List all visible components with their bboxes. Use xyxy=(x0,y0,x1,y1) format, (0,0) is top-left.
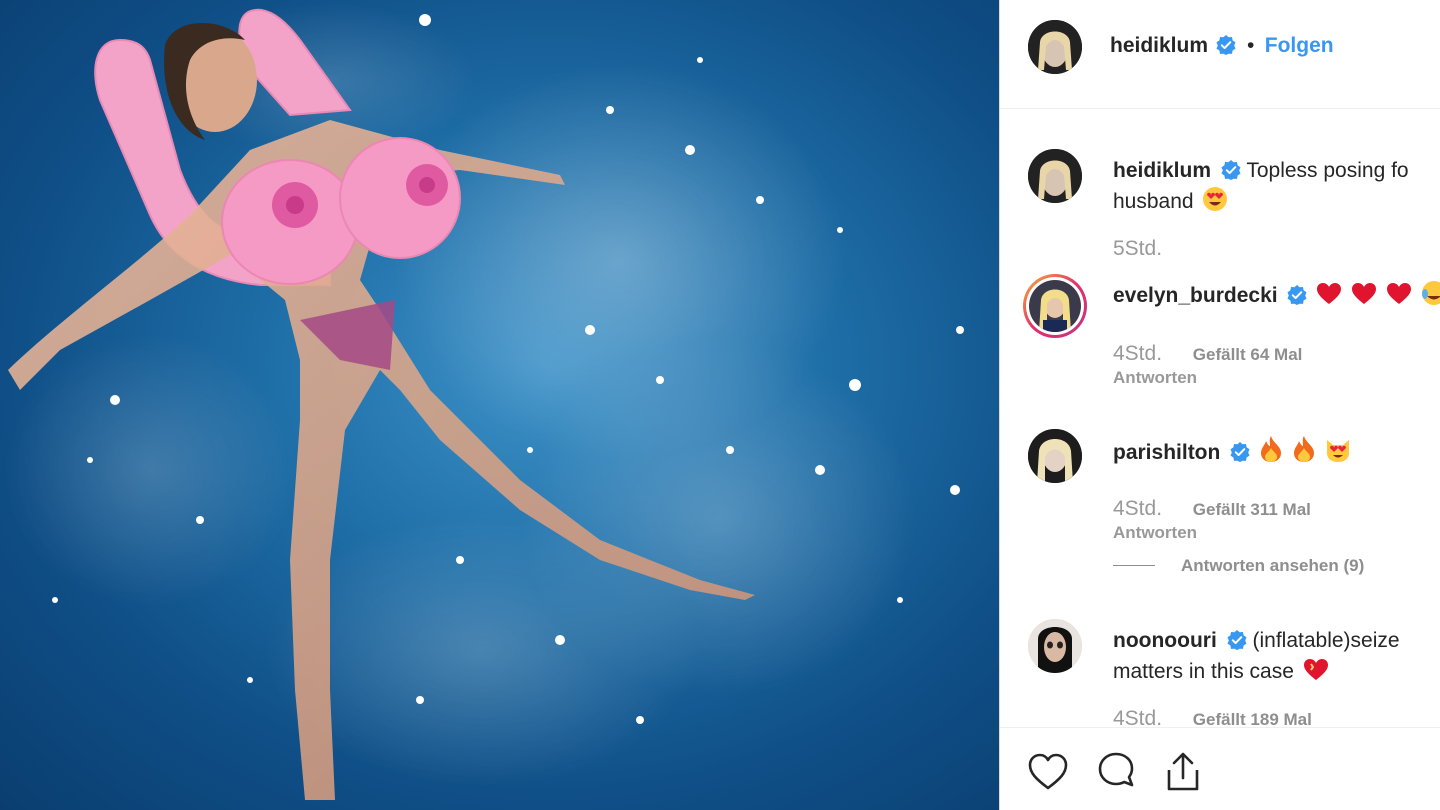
timestamp: 4Std. xyxy=(1113,707,1163,727)
action-bar xyxy=(1000,727,1440,810)
reply-button[interactable]: Antworten xyxy=(1113,523,1197,543)
verified-badge-icon xyxy=(1230,442,1250,462)
share-icon[interactable] xyxy=(1161,750,1205,794)
verified-badge-icon xyxy=(1221,160,1241,180)
comment-text-line1: (inflatable)seize xyxy=(1252,629,1400,652)
caption-text-line2: husband xyxy=(1113,190,1194,213)
verified-badge-icon xyxy=(1216,35,1236,55)
verified-badge-icon xyxy=(1287,285,1307,305)
photo-illustration xyxy=(0,0,964,800)
timestamp: 4Std. xyxy=(1113,497,1163,520)
heart-icon[interactable] xyxy=(1026,750,1070,794)
caption-meta: 5Std. xyxy=(1113,237,1188,261)
heart-emoji xyxy=(1386,283,1411,304)
sparkling-heart-emoji xyxy=(1303,659,1328,680)
post-header: heidiklum • Folgen xyxy=(1000,0,1440,109)
comment-username[interactable]: parishilton xyxy=(1113,441,1220,464)
avatar-image xyxy=(1028,619,1082,673)
like-count[interactable]: Gefällt 311 Mal xyxy=(1193,500,1311,519)
comment-meta: 4Std. Gefällt 311 Mal xyxy=(1113,497,1311,521)
follow-button[interactable]: Folgen xyxy=(1265,34,1334,57)
avatar-image xyxy=(1028,429,1082,483)
avatar[interactable] xyxy=(1028,429,1082,483)
avatar-image xyxy=(1028,149,1082,203)
comment-icon[interactable] xyxy=(1094,750,1138,794)
view-replies-button[interactable]: Antworten ansehen (9) xyxy=(1113,556,1364,576)
timestamp: 5Std. xyxy=(1113,237,1163,260)
heart-emoji xyxy=(1352,283,1377,304)
comment-username[interactable]: heidiklum xyxy=(1113,159,1211,182)
heart-eyes-cat-emoji xyxy=(1326,440,1349,462)
fire-emoji xyxy=(1261,436,1282,462)
verified-badge-icon xyxy=(1227,630,1247,650)
comments-list[interactable]: heidiklum Topless posing fo husband 5Std… xyxy=(1000,109,1440,727)
post-image[interactable] xyxy=(0,0,999,810)
post-author-username[interactable]: heidiklum xyxy=(1110,34,1208,57)
reply-button[interactable]: Antworten xyxy=(1113,368,1197,388)
avatar[interactable] xyxy=(1028,149,1082,203)
avatar[interactable] xyxy=(1023,274,1087,338)
timestamp: 4Std. xyxy=(1113,342,1163,365)
heart-emoji xyxy=(1317,283,1342,304)
avatar-image xyxy=(1029,280,1081,332)
fire-emoji xyxy=(1293,436,1314,462)
comment-meta: 4Std. Gefällt 189 Mal xyxy=(1113,707,1312,727)
separator-dot: • xyxy=(1246,34,1255,57)
tears-of-joy-emoji xyxy=(1421,281,1440,305)
comment-text-line2: matters in this case xyxy=(1113,660,1294,683)
avatar-image xyxy=(1028,20,1082,74)
caption-text-line1: Topless posing fo xyxy=(1246,159,1409,182)
heart-eyes-emoji xyxy=(1203,187,1228,211)
like-count[interactable]: Gefällt 189 Mal xyxy=(1193,710,1312,727)
comment-meta: 4Std. Gefällt 64 Mal xyxy=(1113,342,1302,366)
post-side-panel: heidiklum • Folgen heidiklum Topless pos… xyxy=(1000,0,1440,810)
view-replies-line xyxy=(1113,565,1155,566)
view-replies-label: Antworten ansehen (9) xyxy=(1181,556,1365,575)
comment-username[interactable]: evelyn_burdecki xyxy=(1113,284,1278,307)
comment-username[interactable]: noonoouri xyxy=(1113,629,1217,652)
avatar[interactable] xyxy=(1028,619,1082,673)
like-count[interactable]: Gefällt 64 Mal xyxy=(1193,345,1303,364)
avatar[interactable] xyxy=(1028,20,1082,74)
